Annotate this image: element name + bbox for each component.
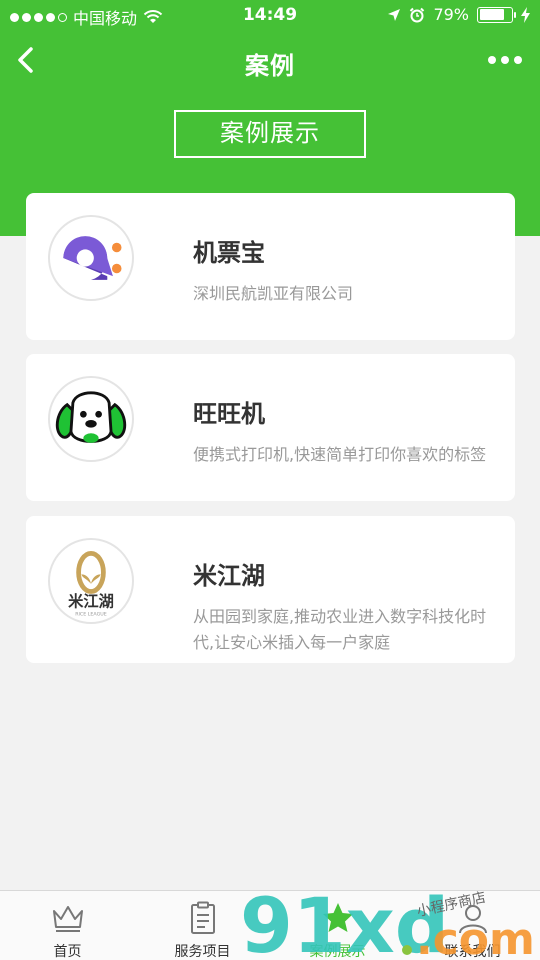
more-dots-icon[interactable]	[488, 56, 522, 64]
alarm-clock-icon	[410, 7, 425, 22]
star-icon	[322, 903, 353, 932]
case-card-wangwangji[interactable]: 旺旺机 便携式打印机,快速简单打印你喜欢的标签	[26, 354, 515, 501]
tab-cases[interactable]: 案例展示	[270, 891, 405, 960]
case-card-jipiaobao[interactable]: 机票宝 深圳民航凯亚有限公司	[26, 193, 515, 340]
case-description: 深圳民航凯亚有限公司	[193, 284, 354, 303]
case-name: 米江湖	[193, 562, 265, 590]
case-name: 机票宝	[193, 239, 265, 267]
status-right: 79%	[387, 5, 530, 24]
svg-text:米江湖: 米江湖	[68, 593, 114, 611]
tab-home[interactable]: 首页	[0, 891, 135, 960]
tab-label: 案例展示	[309, 944, 366, 960]
svg-text:RICE LEAGUE: RICE LEAGUE	[75, 611, 107, 617]
puppy-face-logo	[48, 376, 134, 462]
tab-contact[interactable]: 联系我们	[405, 891, 540, 960]
tab-label: 首页	[53, 944, 82, 960]
case-card-mijianghu[interactable]: 米江湖 RICE LEAGUE 米江湖 从田园到家庭,推动农业进入数字科技化时代…	[26, 516, 515, 663]
case-description: 从田园到家庭,推动农业进入数字科技化时代,让安心米插入每一户家庭	[193, 607, 487, 652]
navigation-bar: 案例	[0, 36, 540, 84]
tab-label: 服务项目	[174, 944, 231, 960]
section-title: 案例展示	[174, 110, 366, 158]
crown-icon	[52, 906, 83, 932]
tab-label: 联系我们	[444, 944, 501, 960]
location-arrow-icon	[388, 8, 401, 21]
clipboard-icon	[190, 901, 215, 934]
tab-services[interactable]: 服务项目	[135, 891, 270, 960]
plane-ticket-pin-logo	[48, 215, 134, 301]
page-title: 案例	[245, 52, 295, 80]
case-name: 旺旺机	[193, 400, 265, 428]
tab-bar: 首页 服务项目 案例展示 联系我们	[0, 890, 540, 960]
status-bar: 中国移动 14:49 79%	[0, 0, 540, 30]
contact-icon	[458, 905, 487, 934]
battery-percent: 79%	[433, 5, 469, 24]
case-description: 便携式打印机,快速简单打印你喜欢的标签	[193, 445, 487, 464]
battery-icon	[477, 6, 516, 23]
rice-seed-logo: 米江湖 RICE LEAGUE	[48, 538, 134, 624]
charging-bolt-icon	[521, 6, 530, 23]
